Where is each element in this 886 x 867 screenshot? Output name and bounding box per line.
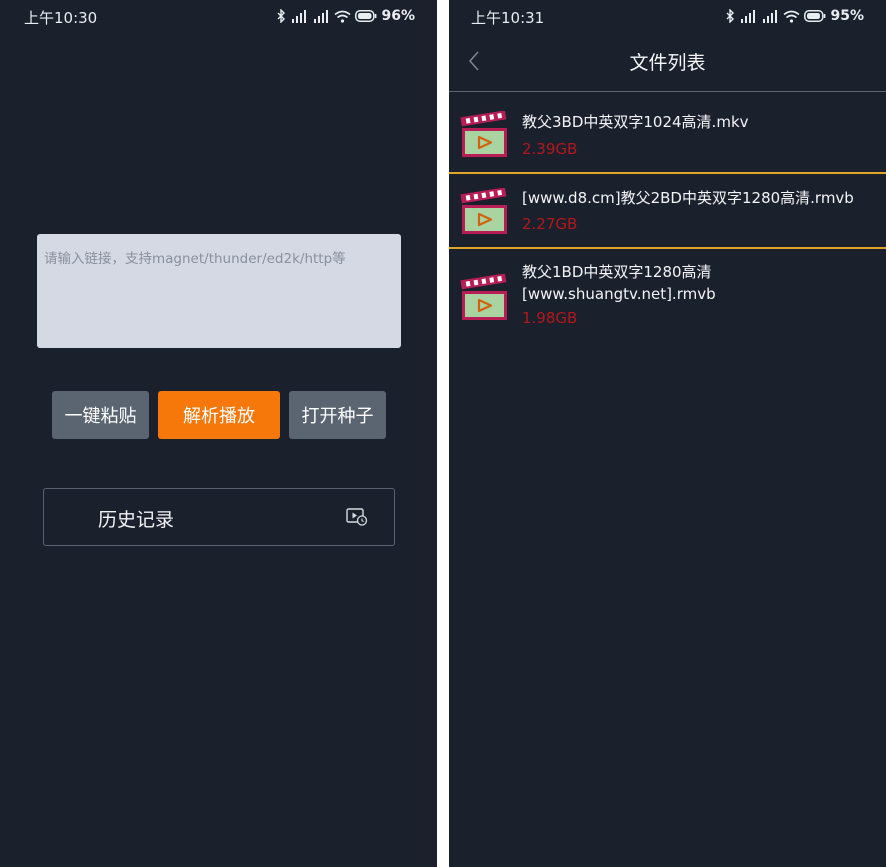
page-title: 文件列表 — [629, 52, 706, 74]
open-torrent-button[interactable]: 打开种子 — [289, 391, 386, 439]
history-button[interactable]: 历史记录 — [43, 488, 395, 546]
signal-icon — [741, 9, 756, 23]
file-list-item[interactable]: 教父3BD中英双字1024高清.mkv 2.39GB — [449, 93, 886, 174]
file-size: 1.98GB — [522, 309, 578, 327]
status-icons: 96% — [276, 8, 415, 24]
battery-percent: 95% — [830, 8, 864, 24]
file-name: 教父1BD中英双字1280高清[www.shuangtv.net].rmvb — [522, 263, 716, 303]
header-bar: 文件列表 — [449, 32, 886, 92]
status-bar: 上午10:31 95% — [449, 0, 886, 32]
video-clapper-icon — [460, 274, 507, 320]
paste-button[interactable]: 一键粘贴 — [52, 391, 149, 439]
signal-icon — [314, 9, 329, 23]
battery-icon — [804, 10, 826, 22]
video-clapper-icon — [460, 111, 507, 157]
file-name: [www.d8.cm]教父2BD中英双字1280高清.rmvb — [522, 189, 854, 207]
status-icons: 95% — [725, 8, 864, 24]
play-history-icon — [346, 508, 368, 526]
wifi-icon — [783, 10, 800, 23]
signal-icon — [292, 9, 307, 23]
file-list-item[interactable]: [www.d8.cm]教父2BD中英双字1280高清.rmvb 2.27GB — [449, 174, 886, 249]
status-bar: 上午10:30 96% — [0, 0, 437, 32]
battery-icon — [355, 10, 377, 22]
file-name: 教父3BD中英双字1024高清.mkv — [522, 113, 749, 131]
bluetooth-icon — [726, 9, 735, 23]
file-size: 2.27GB — [522, 215, 578, 233]
status-time: 上午10:30 — [24, 9, 98, 27]
signal-icon — [763, 9, 778, 23]
file-size: 2.39GB — [522, 140, 578, 158]
link-input[interactable] — [37, 234, 401, 348]
link-input-screen: 上午10:30 96% 一键粘贴 解析播放 打开种子 历史记录 — [0, 0, 437, 867]
file-list: 教父3BD中英双字1024高清.mkv 2.39GB [www.d8.cm]教父… — [449, 93, 886, 339]
video-clapper-icon — [460, 188, 507, 234]
parse-play-button[interactable]: 解析播放 — [158, 391, 280, 439]
file-list-screen: 上午10:31 95% 文件列表 教父3BD中英双字1024高清.mkv 2.3… — [449, 0, 886, 867]
battery-percent: 96% — [381, 8, 415, 24]
history-label: 历史记录 — [98, 509, 175, 531]
wifi-icon — [334, 10, 351, 23]
status-time: 上午10:31 — [471, 9, 545, 27]
bluetooth-icon — [277, 9, 286, 23]
file-list-item[interactable]: 教父1BD中英双字1280高清[www.shuangtv.net].rmvb 1… — [449, 249, 886, 339]
